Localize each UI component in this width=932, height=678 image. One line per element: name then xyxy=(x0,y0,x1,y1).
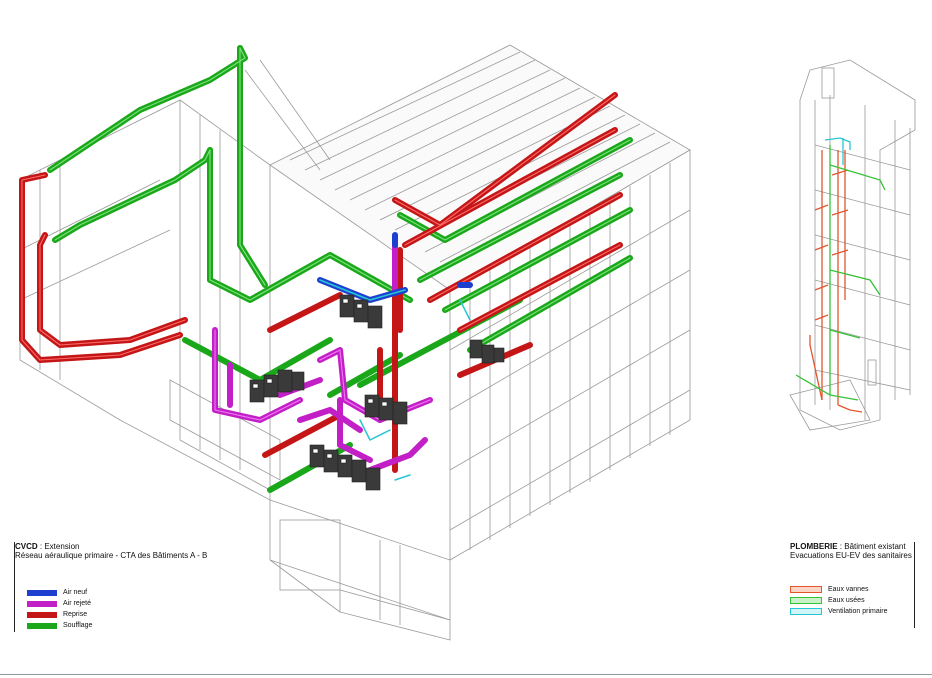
legend-label-air-neuf: Air neuf xyxy=(63,589,88,596)
legend-swatch-reprise xyxy=(27,611,57,618)
page-bottom-rule xyxy=(0,674,932,675)
legend-item-air-rejete: Air rejeté xyxy=(27,600,91,607)
legend-item-reprise: Reprise xyxy=(27,611,87,618)
legend-label-eaux-usees: Eaux usées xyxy=(828,597,865,604)
plumbing-risers xyxy=(795,137,886,413)
legend-label-air-rejete: Air rejeté xyxy=(63,600,92,607)
legend-cvcd-subtitle: Réseau aéraulique primaire - CTA des Bât… xyxy=(15,551,208,560)
legend-label-soufflage: Soufflage xyxy=(63,622,93,629)
legend-item-eaux-vannes: Eaux vannes xyxy=(790,586,868,593)
legend-swatch-air-rejete xyxy=(27,600,57,607)
legend-swatch-eaux-usees xyxy=(790,597,822,604)
legend-item-ventilation-primaire: Ventilation primaire xyxy=(790,608,888,615)
legend-swatch-ventilation-primaire xyxy=(790,608,822,615)
legend-cvcd: CVCD : Extension Réseau aéraulique prima… xyxy=(14,542,245,632)
legend-plomberie-title-rest: : Bâtiment existant xyxy=(837,542,906,551)
legend-plomberie: PLOMBERIE : Bâtiment existant Evacuation… xyxy=(790,542,915,628)
legend-swatch-air-neuf xyxy=(27,589,57,596)
legend-cvcd-title-rest: : Extension xyxy=(37,542,80,551)
legend-label-reprise: Reprise xyxy=(63,611,88,618)
legend-item-air-neuf: Air neuf xyxy=(27,589,87,596)
legend-swatch-soufflage xyxy=(27,622,57,629)
legend-item-eaux-usees: Eaux usées xyxy=(790,597,865,604)
legend-plomberie-title-bold: PLOMBERIE xyxy=(790,542,838,551)
legend-plomberie-subtitle: Evacuations EU-EV des sanitaires xyxy=(790,551,912,560)
legend-label-eaux-vannes: Eaux vannes xyxy=(828,586,869,593)
legend-item-soufflage: Soufflage xyxy=(27,622,92,629)
legend-swatch-eaux-vannes xyxy=(790,586,822,593)
legend-label-ventilation-primaire: Ventilation primaire xyxy=(828,608,888,615)
legend-cvcd-title-bold: CVCD xyxy=(15,542,38,551)
existing-building-linework xyxy=(789,59,916,431)
